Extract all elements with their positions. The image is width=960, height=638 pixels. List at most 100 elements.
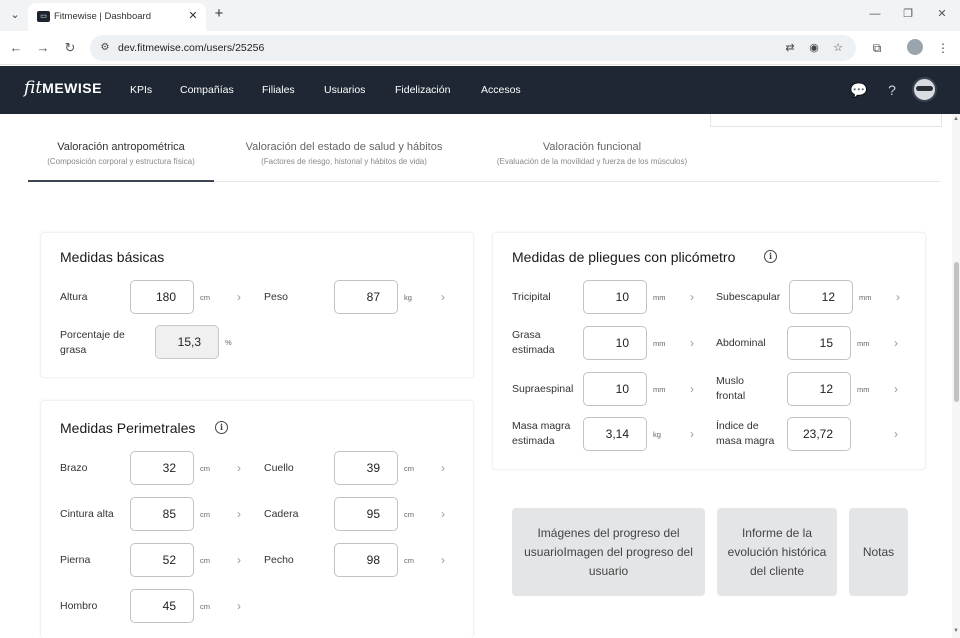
supraespinal-label: Supraespinal bbox=[512, 383, 574, 395]
chevron-right-icon[interactable]: › bbox=[441, 554, 451, 566]
translate-icon[interactable]: ⇄ bbox=[782, 40, 798, 56]
altura-unit: cm bbox=[200, 293, 210, 302]
window-close-icon[interactable]: ✕ bbox=[934, 6, 950, 22]
url-text[interactable]: dev.fitmewise.com/users/25256 bbox=[118, 42, 264, 54]
nav-filiales[interactable]: Filiales bbox=[262, 84, 295, 96]
notes-button[interactable]: Notas bbox=[849, 508, 908, 596]
chevron-right-icon[interactable]: › bbox=[237, 508, 247, 520]
altura-input[interactable]: 180 bbox=[130, 280, 194, 314]
address-bar: ← → ↻ ⚙ dev.fitmewise.com/users/25256 ⇄ … bbox=[0, 31, 960, 65]
chevron-right-icon[interactable]: › bbox=[690, 428, 700, 440]
pierna-unit: cm bbox=[200, 556, 210, 565]
tricipital-input[interactable]: 10 bbox=[583, 280, 647, 314]
masa-magra-input[interactable]: 3,14 bbox=[583, 417, 647, 451]
reload-icon[interactable]: ↻ bbox=[61, 39, 79, 57]
nav-accesos[interactable]: Accesos bbox=[481, 84, 521, 96]
extensions-icon[interactable]: ⧉ bbox=[868, 39, 886, 57]
chevron-right-icon[interactable]: › bbox=[237, 291, 247, 303]
help-icon[interactable]: ? bbox=[882, 80, 902, 100]
cadera-unit: cm bbox=[404, 510, 414, 519]
chevron-right-icon[interactable]: › bbox=[237, 462, 247, 474]
new-tab-icon[interactable]: + bbox=[211, 6, 227, 22]
supraespinal-unit: mm bbox=[653, 385, 666, 394]
chevron-right-icon[interactable]: › bbox=[894, 383, 904, 395]
chevron-right-icon[interactable]: › bbox=[237, 554, 247, 566]
grasa-estimada-label: Grasa estimada bbox=[512, 329, 555, 356]
muslo-input[interactable]: 12 bbox=[787, 372, 851, 406]
chevron-right-icon[interactable]: › bbox=[690, 383, 700, 395]
chevron-right-icon[interactable]: › bbox=[441, 508, 451, 520]
abdominal-label: Abdominal bbox=[716, 337, 766, 349]
scrollbar-thumb[interactable] bbox=[954, 262, 959, 402]
chevron-right-icon[interactable]: › bbox=[441, 462, 451, 474]
pecho-input[interactable]: 98 bbox=[334, 543, 398, 577]
hombro-input[interactable]: 45 bbox=[130, 589, 194, 623]
grasa-label: Porcentaje de grasa bbox=[60, 329, 125, 356]
nav-fidelizacion[interactable]: Fidelización bbox=[395, 84, 450, 96]
chevron-right-icon[interactable]: › bbox=[237, 600, 247, 612]
chevron-right-icon[interactable]: › bbox=[690, 337, 700, 349]
hombro-label: Hombro bbox=[60, 600, 98, 612]
altura-label: Altura bbox=[60, 291, 88, 303]
active-tab-indicator bbox=[28, 180, 214, 182]
user-avatar[interactable] bbox=[912, 77, 937, 102]
cintura-input[interactable]: 85 bbox=[130, 497, 194, 531]
chevron-right-icon[interactable]: › bbox=[441, 291, 451, 303]
scroll-up-icon[interactable]: ▲ bbox=[953, 116, 959, 122]
bookmark-star-icon[interactable]: ☆ bbox=[830, 40, 846, 56]
grasa-estimada-input[interactable]: 10 bbox=[583, 326, 647, 360]
abdominal-input[interactable]: 15 bbox=[787, 326, 851, 360]
omnibox[interactable]: ⚙ dev.fitmewise.com/users/25256 ⇄ ◉ ☆ bbox=[90, 35, 856, 61]
brazo-input[interactable]: 32 bbox=[130, 451, 194, 485]
browser-menu-icon[interactable]: ⋮ bbox=[934, 39, 952, 57]
indice-masa-magra-input[interactable]: 23,72 bbox=[787, 417, 851, 451]
cuello-label: Cuello bbox=[264, 462, 294, 474]
pecho-label: Pecho bbox=[264, 554, 294, 566]
tab-search-chevron-icon[interactable]: ⌄ bbox=[6, 6, 24, 24]
grasa-estimada-unit: mm bbox=[653, 339, 666, 348]
chat-icon[interactable]: 💬 bbox=[849, 80, 869, 100]
basic-measures-title: Medidas básicas bbox=[60, 249, 165, 265]
tab-close-icon[interactable]: ✕ bbox=[186, 9, 200, 23]
subescapular-unit: mm bbox=[859, 293, 872, 302]
nav-companias[interactable]: Compañías bbox=[180, 84, 234, 96]
subescapular-input[interactable]: 12 bbox=[789, 280, 853, 314]
pierna-input[interactable]: 52 bbox=[130, 543, 194, 577]
browser-tab-bar: ⌄ ▭ Fitmewise | Dashboard ✕ + — ❐ ✕ bbox=[0, 0, 960, 31]
cuello-input[interactable]: 39 bbox=[334, 451, 398, 485]
indice-masa-magra-label: Índice de masa magra bbox=[716, 420, 775, 447]
chevron-right-icon[interactable]: › bbox=[690, 291, 700, 303]
peso-input[interactable]: 87 bbox=[334, 280, 398, 314]
nav-usuarios[interactable]: Usuarios bbox=[324, 84, 365, 96]
cadera-label: Cadera bbox=[264, 508, 299, 520]
fitmewise-favicon-icon: ▭ bbox=[37, 11, 50, 22]
tricipital-label: Tricipital bbox=[512, 291, 551, 303]
forward-icon[interactable]: → bbox=[34, 39, 52, 57]
pierna-label: Pierna bbox=[60, 554, 91, 566]
back-icon[interactable]: ← bbox=[7, 39, 25, 57]
tab-antropometrica[interactable]: Valoración antropométrica (Composición c… bbox=[28, 141, 214, 166]
tab-funcional[interactable]: Valoración funcional (Evaluación de la m… bbox=[475, 141, 709, 166]
info-icon[interactable]: i bbox=[215, 421, 228, 434]
chevron-right-icon[interactable]: › bbox=[894, 428, 904, 440]
progress-images-button[interactable]: Imágenes del progreso del usuarioImagen … bbox=[512, 508, 705, 596]
restore-icon[interactable]: ❐ bbox=[900, 6, 916, 22]
cadera-input[interactable]: 95 bbox=[334, 497, 398, 531]
profile-avatar-icon[interactable] bbox=[907, 39, 923, 55]
tab-salud-habitos[interactable]: Valoración del estado de salud y hábitos… bbox=[236, 141, 452, 166]
chevron-right-icon[interactable]: › bbox=[896, 291, 906, 303]
chevron-right-icon[interactable]: › bbox=[894, 337, 904, 349]
cintura-unit: cm bbox=[200, 510, 210, 519]
fitmewise-logo[interactable]: fitMEWISE bbox=[24, 78, 102, 102]
browser-tab[interactable]: ▭ Fitmewise | Dashboard ✕ bbox=[28, 3, 206, 31]
info-icon[interactable]: i bbox=[764, 250, 777, 263]
minimize-icon[interactable]: — bbox=[867, 6, 883, 22]
site-info-icon[interactable]: ⚙ bbox=[98, 41, 112, 55]
eye-off-icon[interactable]: ◉ bbox=[806, 40, 822, 56]
scroll-down-icon[interactable]: ▼ bbox=[953, 628, 959, 634]
grasa-input: 15,3 bbox=[155, 325, 219, 359]
supraespinal-input[interactable]: 10 bbox=[583, 372, 647, 406]
perimeter-measures-title: Medidas Perimetrales bbox=[60, 420, 196, 436]
nav-kpis[interactable]: KPIs bbox=[130, 84, 152, 96]
history-report-button[interactable]: Informe de la evolución histórica del cl… bbox=[717, 508, 837, 596]
